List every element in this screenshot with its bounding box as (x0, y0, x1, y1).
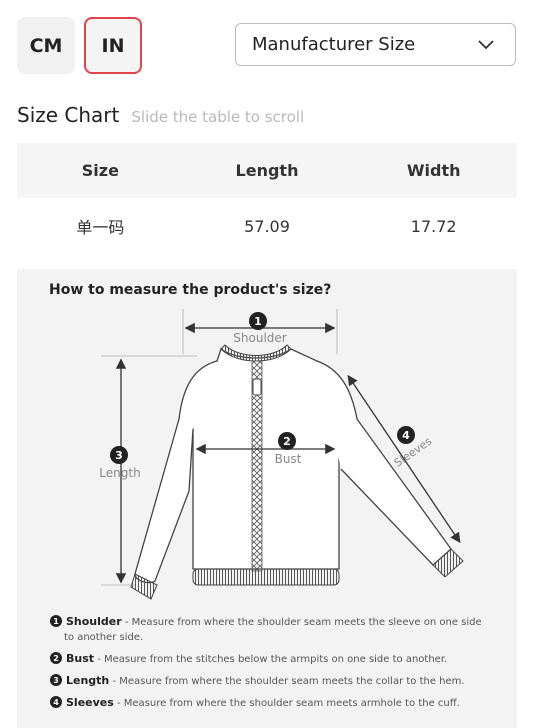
svg-text:3: 3 (115, 449, 123, 462)
legend-term: Length (66, 674, 110, 687)
shoulder-label: Shoulder (233, 331, 287, 345)
legend-term: Bust (66, 652, 95, 665)
number-badge: 1 (50, 615, 62, 627)
column-header-length: Length (235, 161, 299, 180)
bust-label: Bust (275, 452, 302, 466)
length-label: Length (99, 466, 140, 480)
size-chart-heading: Size Chart Slide the table to scroll (17, 103, 304, 127)
size-type-value: Manufacturer Size (252, 34, 416, 55)
number-badge-2: 2 (278, 432, 296, 450)
number-badge-1: 1 (249, 312, 267, 330)
legend-desc: Measure from where the shoulder seam mee… (123, 698, 460, 709)
measurement-legend: 1 Shoulder - Measure from where the shou… (50, 614, 490, 717)
column-header-width: Width (406, 161, 461, 180)
legend-term: Sleeves (66, 696, 114, 709)
legend-item-sleeves: 4 Sleeves - Measure from where the shoul… (50, 695, 490, 717)
legend-item-shoulder: 1 Shoulder - Measure from where the shou… (50, 614, 490, 651)
number-badge-3: 3 (110, 446, 128, 464)
svg-text:2: 2 (283, 435, 291, 448)
legend-desc: Measure from the stitches below the armp… (104, 654, 448, 665)
cell-width: 17.72 (410, 216, 457, 236)
cell-size: 单一码 (76, 218, 125, 237)
unit-cm-button[interactable]: CM (17, 17, 75, 74)
legend-desc: Measure from where the shoulder seam mee… (119, 676, 465, 687)
svg-text:1: 1 (254, 315, 262, 328)
table-row: 单一码 57.09 17.72 (17, 198, 517, 254)
table-header-row: Size Length Width (17, 143, 517, 198)
number-badge: 4 (50, 696, 62, 708)
svg-text:4: 4 (402, 429, 410, 442)
measurement-guide: How to measure the product's size? 1 Sho… (17, 269, 517, 728)
legend-term: Shoulder (66, 615, 122, 628)
size-type-select[interactable]: Manufacturer Size (235, 23, 516, 66)
number-badge: 3 (50, 674, 62, 686)
cell-length: 57.09 (244, 216, 290, 236)
jacket-diagram: 1 Shoulder 2 Bust 3 Length 4 Sleeves (99, 309, 464, 600)
column-header-size: Size (81, 161, 119, 180)
size-table[interactable]: Size Length Width 单一码 57.09 17.72 (17, 143, 517, 254)
size-chart-hint: Slide the table to scroll (131, 108, 305, 126)
number-badge-4: 4 (397, 426, 415, 444)
legend-item-length: 3 Length - Measure from where the should… (50, 673, 490, 695)
legend-item-bust: 2 Bust - Measure from the stitches below… (50, 651, 490, 673)
number-badge: 2 (50, 652, 62, 664)
chevron-down-icon (478, 40, 494, 50)
unit-in-button[interactable]: IN (84, 17, 142, 74)
size-chart-title: Size Chart (17, 103, 120, 127)
